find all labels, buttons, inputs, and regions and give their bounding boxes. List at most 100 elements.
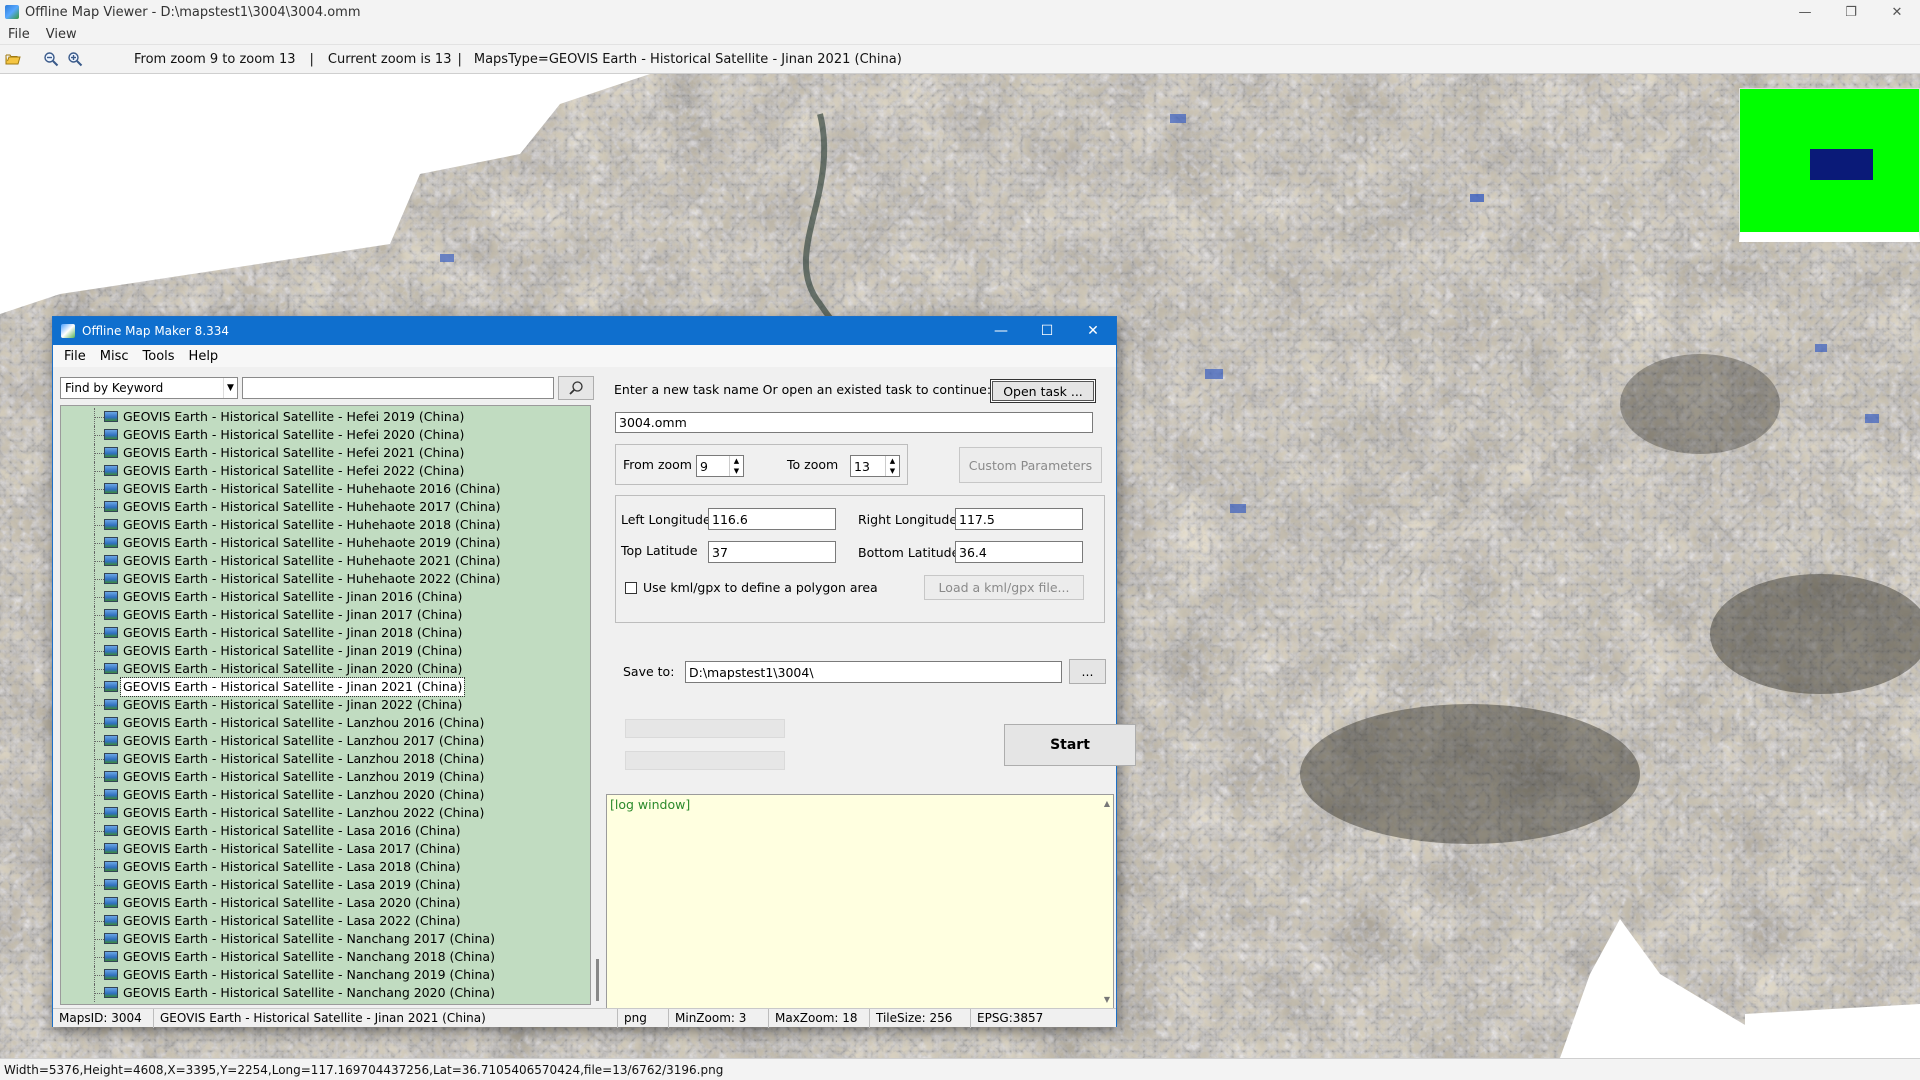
task-name-input[interactable]	[615, 412, 1093, 433]
right-longitude-input[interactable]	[955, 508, 1083, 530]
satellite-map-icon	[104, 429, 118, 440]
search-button[interactable]	[558, 376, 594, 400]
dialog-menu-tools[interactable]: Tools	[136, 349, 182, 364]
load-kml-button[interactable]: Load a kml/gpx file...	[924, 575, 1084, 600]
satellite-map-icon	[104, 789, 118, 800]
tree-item-label: GEOVIS Earth - Historical Satellite - Ji…	[123, 661, 463, 676]
tree-item-label: GEOVIS Earth - Historical Satellite - He…	[123, 463, 465, 478]
tree-item-label: GEOVIS Earth - Historical Satellite - La…	[123, 859, 461, 874]
left-longitude-input[interactable]	[708, 508, 836, 530]
tree-connector	[94, 543, 104, 544]
dialog-close-button[interactable]: ✕	[1070, 317, 1116, 345]
folder-open-icon[interactable]	[2, 48, 24, 70]
dialog-menu-file[interactable]: File	[57, 349, 93, 364]
satellite-map-icon	[104, 411, 118, 422]
custom-parameters-button[interactable]: Custom Parameters	[959, 447, 1102, 483]
tree-connector	[94, 795, 104, 796]
scroll-up-icon[interactable]: ▲	[1104, 799, 1110, 808]
zoom-out-icon[interactable]	[40, 48, 62, 70]
spin-down-icon[interactable]: ▼	[730, 466, 743, 476]
dialog-menu-misc[interactable]: Misc	[93, 349, 136, 364]
minimap-viewport-box[interactable]	[1810, 149, 1873, 180]
scroll-down-icon[interactable]: ▼	[1104, 995, 1110, 1004]
dialog-menu-help[interactable]: Help	[182, 349, 226, 364]
satellite-map-icon	[104, 663, 118, 674]
open-task-button[interactable]: Open task ...	[990, 379, 1096, 403]
tree-item-label: GEOVIS Earth - Historical Satellite - La…	[123, 787, 485, 802]
top-latitude-input[interactable]	[708, 541, 836, 563]
chevron-down-icon[interactable]: ▼	[223, 378, 237, 398]
maps-tree[interactable]: GEOVIS Earth - Historical Satellite - He…	[60, 405, 591, 1005]
dialog-maximize-button[interactable]: ☐	[1024, 317, 1070, 345]
status-format: png	[618, 1008, 669, 1028]
map-viewer-app-icon	[5, 5, 19, 19]
satellite-map-icon	[104, 573, 118, 584]
save-to-label: Save to:	[623, 664, 675, 679]
viewer-close-button[interactable]: ✕	[1874, 0, 1920, 24]
satellite-map-icon	[104, 501, 118, 512]
kml-polygon-checkbox[interactable]	[625, 582, 637, 594]
tree-connector	[94, 867, 104, 868]
tree-item-label: GEOVIS Earth - Historical Satellite - Hu…	[123, 553, 501, 568]
viewer-maximize-button[interactable]: ❐	[1828, 0, 1874, 24]
tree-item-label: GEOVIS Earth - Historical Satellite - La…	[123, 841, 461, 856]
tree-item-label: GEOVIS Earth - Historical Satellite - La…	[123, 823, 461, 838]
dialog-title: Offline Map Maker 8.334	[82, 324, 230, 338]
from-zoom-spinner[interactable]: 9 ▲ ▼	[696, 455, 744, 477]
kml-checkbox-label[interactable]: Use kml/gpx to define a polygon area	[643, 580, 878, 595]
viewer-menu-file[interactable]: File	[0, 27, 38, 42]
browse-folder-button[interactable]: ...	[1069, 659, 1106, 684]
tree-item-label: GEOVIS Earth - Historical Satellite - La…	[123, 769, 485, 784]
tree-scrollbar-thumb[interactable]	[596, 959, 599, 1001]
tree-connector	[94, 777, 104, 778]
tree-item-label: GEOVIS Earth - Historical Satellite - Na…	[123, 949, 495, 964]
to-zoom-spinner[interactable]: 13 ▲ ▼	[850, 455, 900, 477]
maps-type-text: MapsType=GEOVIS Earth - Historical Satel…	[473, 51, 902, 67]
tree-connector	[94, 903, 104, 904]
satellite-map-icon	[104, 447, 118, 458]
toolbar-separator: |	[309, 51, 314, 67]
satellite-map-icon	[104, 465, 118, 476]
viewer-minimize-button[interactable]: —	[1782, 0, 1828, 24]
tree-item-label: GEOVIS Earth - Historical Satellite - Ji…	[123, 697, 463, 712]
map-maker-app-icon	[61, 324, 75, 338]
dialog-minimize-button[interactable]: —	[978, 317, 1024, 345]
satellite-map-icon	[104, 879, 118, 890]
bottom-latitude-input[interactable]	[955, 541, 1083, 563]
tree-item-label: GEOVIS Earth - Historical Satellite - He…	[123, 445, 465, 460]
status-epsg: EPSG:3857	[977, 1010, 1044, 1025]
tree-item-label: GEOVIS Earth - Historical Satellite - He…	[123, 427, 465, 442]
log-text: [log window]	[610, 797, 691, 812]
tree-connector	[94, 741, 104, 742]
search-input[interactable]	[242, 377, 554, 399]
spin-up-icon[interactable]: ▲	[730, 456, 743, 466]
status-map-name: GEOVIS Earth - Historical Satellite - Ji…	[154, 1008, 618, 1028]
viewer-menu-view[interactable]: View	[38, 27, 85, 42]
log-window[interactable]: [log window] ▲ ▼	[606, 794, 1114, 1009]
from-zoom-value: 9	[700, 458, 708, 474]
viewer-status-bar: Width=5376,Height=4608,X=3395,Y=2254,Lon…	[0, 1058, 1920, 1080]
save-path-input[interactable]	[685, 661, 1062, 683]
satellite-map-icon	[104, 987, 118, 998]
satellite-map-icon	[104, 753, 118, 764]
satellite-map-icon	[104, 897, 118, 908]
start-button[interactable]: Start	[1004, 724, 1136, 766]
tree-item-label: GEOVIS Earth - Historical Satellite - Hu…	[123, 535, 501, 550]
bottom-latitude-label: Bottom Latitude	[858, 545, 960, 560]
spin-down-icon[interactable]: ▼	[886, 466, 899, 476]
right-longitude-label: Right Longitude	[858, 512, 958, 527]
tree-connector	[94, 831, 104, 832]
overview-minimap[interactable]	[1739, 88, 1920, 242]
satellite-map-icon	[104, 537, 118, 548]
spin-up-icon[interactable]: ▲	[886, 456, 899, 466]
tree-connector	[94, 705, 104, 706]
zoom-in-icon[interactable]	[64, 48, 86, 70]
task-panel: Enter a new task name Or open an existed…	[606, 369, 1136, 1009]
tree-item-label: GEOVIS Earth - Historical Satellite - Hu…	[123, 571, 501, 586]
zoom-range-text: From zoom 9 to zoom 13	[134, 51, 296, 67]
satellite-map-icon	[104, 915, 118, 926]
satellite-map-icon	[104, 483, 118, 494]
search-mode-dropdown[interactable]: Find by Keyword ▼	[60, 377, 238, 399]
dialog-titlebar[interactable]: Offline Map Maker 8.334 — ☐ ✕	[53, 317, 1116, 345]
tree-connector	[94, 939, 104, 940]
